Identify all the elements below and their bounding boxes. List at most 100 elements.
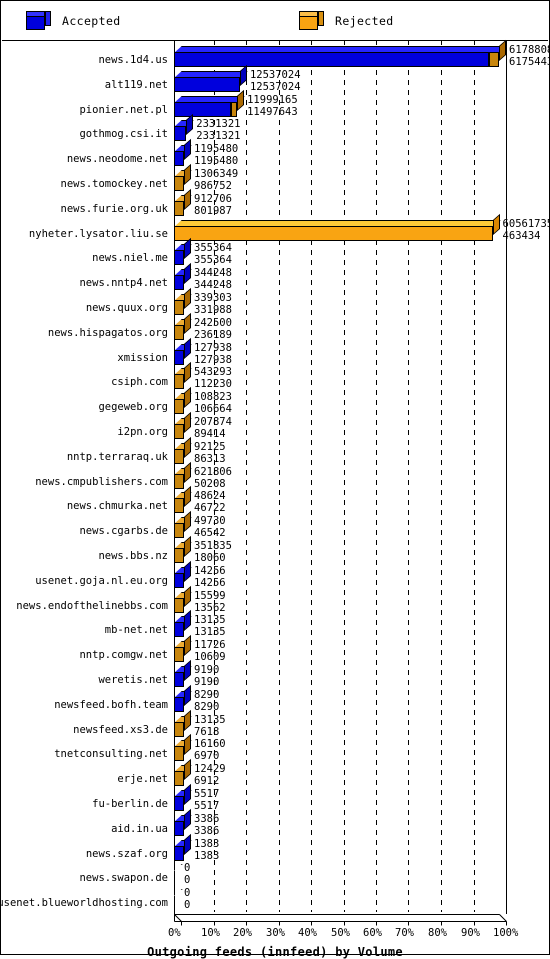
bar-front-face bbox=[174, 324, 184, 340]
bar-row[interactable]: 6178808361754432 bbox=[174, 39, 550, 74]
bar-value-accepted: 92125 bbox=[194, 440, 226, 453]
bar-value-rejected: 12537024 bbox=[249, 80, 301, 93]
bar-3d bbox=[174, 287, 192, 315]
bar-front-face bbox=[174, 548, 184, 563]
category-label: newsfeed.bofh.team bbox=[54, 698, 168, 711]
category-label: erje.net bbox=[117, 773, 168, 786]
bar-row[interactable]: 00 bbox=[174, 863, 506, 892]
bar-value-rejected: 106664 bbox=[194, 403, 232, 416]
bar-3d bbox=[174, 337, 192, 365]
bar-row[interactable]: 912706 801987 bbox=[174, 188, 506, 223]
cube-icon-rejected bbox=[299, 11, 324, 31]
bar-value-rejected: 9190 bbox=[194, 676, 220, 688]
legend-label-rejected: Rejected bbox=[335, 14, 394, 28]
bar-value-accepted: 127938 bbox=[194, 341, 232, 354]
bar-3d bbox=[174, 709, 192, 737]
category-label: news.endofthelinebbs.com bbox=[16, 599, 168, 612]
bar-row[interactable]: 11726 10609 bbox=[174, 635, 506, 669]
bar-3d bbox=[174, 39, 507, 67]
legend-label-accepted: Accepted bbox=[62, 14, 121, 28]
bar-value-accepted: 15599 bbox=[194, 589, 226, 602]
bar-front-face bbox=[174, 820, 184, 836]
bar-value-rejected: 11497643 bbox=[247, 105, 298, 118]
bar-value-accepted: 9190 bbox=[194, 664, 220, 676]
bar-side-face bbox=[184, 635, 191, 657]
bar-row[interactable]: 12429 6912 bbox=[174, 759, 506, 793]
bar-value-accepted: 543293 bbox=[194, 366, 232, 379]
bar-3d bbox=[174, 411, 192, 439]
category-label: news.hispagatos.org bbox=[47, 326, 168, 339]
bar-front-face bbox=[174, 176, 184, 191]
bar-value-accepted: 207874 bbox=[194, 416, 232, 428]
bar-value-rejected: 0 bbox=[184, 874, 191, 887]
bar-side-face bbox=[184, 263, 191, 285]
bar-value-rejected: 13562 bbox=[194, 601, 226, 614]
bar-3d bbox=[174, 659, 192, 687]
bar-side-face bbox=[184, 734, 191, 756]
bar-front-face bbox=[174, 250, 184, 266]
bar-value-accepted: 351835 bbox=[194, 540, 232, 552]
bar-side-face bbox=[184, 139, 191, 161]
bar-row[interactable]: 1383 1383 bbox=[174, 833, 506, 868]
category-label: news.cmpublishers.com bbox=[35, 475, 168, 488]
bar-3d bbox=[174, 610, 192, 638]
bar-3d bbox=[174, 684, 192, 712]
bar-top-face bbox=[174, 864, 183, 872]
bar-side-face bbox=[184, 511, 191, 533]
bar-value-accepted: 13135 bbox=[194, 713, 226, 726]
bar-3d bbox=[174, 783, 192, 811]
bar-front-face bbox=[174, 721, 184, 737]
x-tick-label: 0% bbox=[168, 927, 181, 939]
bar-front-face bbox=[174, 572, 184, 588]
bar-3d bbox=[174, 436, 192, 464]
category-label: news.tomockey.net bbox=[60, 178, 168, 190]
bar-row[interactable]: 3386 3386 bbox=[174, 808, 506, 843]
bar-value-rejected: 5517 bbox=[194, 800, 220, 812]
bar-row[interactable]: 00 bbox=[174, 888, 506, 917]
bar-row[interactable]: 12537024 12537024 bbox=[174, 64, 506, 99]
category-label: news.nntp4.net bbox=[79, 277, 168, 290]
bar-front-face bbox=[174, 796, 184, 811]
category-axis-labels: news.1d4.us alt119.net pionier.net.pl gothm… bbox=[0, 40, 172, 910]
bar-front-face bbox=[174, 845, 184, 861]
legend-item-rejected: Rejected bbox=[299, 9, 394, 33]
bar-side-face bbox=[184, 486, 191, 508]
category-label: nntp.comgw.net bbox=[79, 649, 168, 662]
legend-item-accepted: Accepted bbox=[26, 9, 121, 33]
bar-series: 6178808361754432125370241253702411999165… bbox=[174, 39, 550, 911]
bar-value-accepted: 339303 bbox=[194, 292, 232, 304]
bar-value-accepted: 12429 bbox=[194, 763, 226, 776]
bar-front-face bbox=[174, 523, 184, 539]
bar-value-accepted: 5517 bbox=[194, 788, 220, 800]
chart-title: Outgoing feeds (innfeed) by Volume bbox=[147, 945, 403, 959]
category-label: aid.in.ua bbox=[111, 822, 168, 835]
category-label: usenet.goja.nl.eu.org bbox=[35, 574, 168, 587]
bar-value-accepted: 108823 bbox=[194, 391, 232, 404]
bar-front-face bbox=[174, 771, 184, 787]
bar-side-face bbox=[184, 610, 191, 632]
bar-front-face bbox=[174, 225, 493, 241]
bar-front-face bbox=[174, 473, 184, 489]
chart-legend: Accepted Rejected bbox=[2, 2, 548, 41]
bar-3d bbox=[174, 188, 192, 216]
x-tick-label: 40% bbox=[298, 927, 317, 939]
bar-row[interactable]: 5517 5517 bbox=[174, 783, 506, 818]
bar-value-rejected: 2331321 bbox=[196, 130, 241, 143]
bar-value-rejected: 13135 bbox=[194, 626, 226, 639]
bar-value-rejected: 7618 bbox=[194, 725, 220, 738]
bar-3d bbox=[174, 139, 192, 167]
bar-row[interactable]: 9190 9190 bbox=[174, 659, 506, 694]
bar-value-rejected: 463434 bbox=[502, 229, 541, 242]
bar-value-accepted: 1306349 bbox=[194, 168, 239, 180]
plot-area: news.1d4.us alt119.net pionier.net.pl gothm… bbox=[0, 39, 550, 959]
category-label: gothmog.csi.it bbox=[79, 128, 168, 141]
bar-value-accepted: 12537024 bbox=[249, 68, 301, 81]
bar-3d bbox=[174, 114, 195, 142]
bar-3d bbox=[174, 511, 192, 539]
bar-value-rejected: 18060 bbox=[194, 552, 226, 564]
bar-front-face bbox=[174, 647, 184, 663]
bar-value-accepted: 1195480 bbox=[194, 143, 239, 156]
category-label: news.neodome.net bbox=[66, 153, 168, 166]
bar-front-face bbox=[174, 52, 490, 67]
bar-value-rejected: 112230 bbox=[194, 378, 232, 391]
